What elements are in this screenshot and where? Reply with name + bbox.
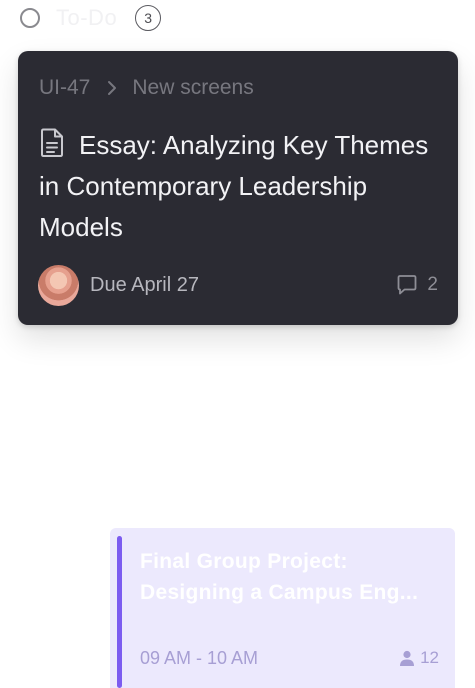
- chevron-right-icon: [108, 81, 117, 95]
- task-title: Essay: Analyzing Key Themes in Contempor…: [39, 130, 429, 242]
- comment-count: 2: [427, 274, 438, 295]
- task-card[interactable]: UI-47 New screens Essay: Analyzing Key T…: [18, 51, 458, 325]
- column-header: To-Do 3: [20, 5, 162, 31]
- comment-icon: [398, 275, 417, 295]
- card-footer: Due April 27 2: [38, 264, 438, 306]
- comments-button[interactable]: 2: [396, 274, 438, 296]
- event-title: Final Group Project: Designing a Campus …: [140, 546, 440, 608]
- status-circle-icon[interactable]: [20, 8, 40, 28]
- attendees: 12: [398, 648, 439, 668]
- person-icon: [400, 650, 415, 666]
- event-time: 09 AM - 10 AM: [140, 648, 259, 668]
- task-title-block: Essay: Analyzing Key Themes in Contempor…: [39, 125, 438, 248]
- breadcrumb-section[interactable]: New screens: [132, 76, 253, 100]
- attendee-count: 12: [420, 648, 439, 667]
- count-badge: 3: [135, 5, 162, 31]
- avatar[interactable]: [38, 264, 79, 306]
- event-accent-bar: [117, 536, 122, 688]
- breadcrumb: UI-47 New screens: [39, 73, 438, 103]
- event-card[interactable]: Final Group Project: Designing a Campus …: [110, 528, 455, 688]
- column-title: To-Do: [56, 5, 118, 30]
- breadcrumb-project[interactable]: UI-47: [39, 76, 90, 100]
- document-icon: [41, 128, 63, 157]
- event-title-line-2: Designing a Campus Eng...: [140, 581, 419, 604]
- event-title-line-1: Final Group Project:: [140, 550, 348, 573]
- due-date: Due April 27: [90, 273, 199, 296]
